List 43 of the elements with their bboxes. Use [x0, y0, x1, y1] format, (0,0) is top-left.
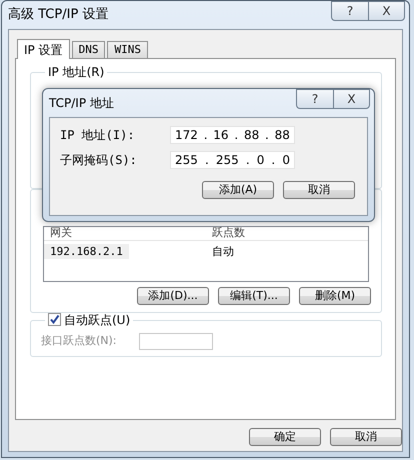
field-label: IP 地址(I):: [60, 127, 136, 144]
action-button[interactable]: 删除(M): [299, 287, 371, 305]
separator-dot: .: [204, 152, 209, 169]
action-button[interactable]: 添加(D)...: [137, 287, 209, 305]
octet-text: 172: [175, 127, 198, 144]
list-cell[interactable]: 192.168.2.1: [44, 244, 129, 259]
octet-text: 0: [256, 152, 264, 169]
column-header: 网关: [49, 227, 73, 240]
dialog-button[interactable]: 添加(A): [202, 181, 274, 199]
ip-address-field[interactable]: 255 . 255 . 0 . 0: [170, 151, 295, 169]
tab[interactable]: IP 设置: [17, 39, 70, 59]
column-header: 跃点数: [211, 227, 245, 240]
dialog-button[interactable]: 确定: [249, 428, 321, 446]
separator-dot: .: [246, 152, 250, 169]
list-cell[interactable]: 自动: [206, 244, 240, 259]
close-button[interactable]: X: [368, 1, 405, 21]
checkbox-label: 自动跃点(U): [64, 313, 130, 327]
input-field[interactable]: [139, 333, 213, 350]
dialog-button[interactable]: 取消: [330, 428, 402, 446]
group-title: IP 地址(R): [47, 65, 106, 79]
octet-text: 255: [216, 152, 239, 169]
field-label: 子网掩码(S):: [60, 152, 138, 169]
help-button[interactable]: ?: [296, 89, 333, 109]
dialog-title: TCP/IP 地址: [49, 95, 115, 112]
window-title: 高级 TCP/IP 设置: [8, 6, 110, 24]
octet-text: 88: [244, 127, 260, 144]
help-button[interactable]: ?: [331, 1, 368, 21]
action-button[interactable]: 编辑(T)...: [218, 287, 290, 305]
close-button[interactable]: X: [333, 89, 370, 109]
octet-text: 16: [213, 127, 229, 144]
octet-text: 255: [175, 152, 198, 169]
checkbox[interactable]: [48, 313, 61, 326]
separator-dot: .: [265, 127, 269, 144]
field-label: 接口跃点数(N):: [41, 333, 118, 350]
ip-address-field[interactable]: 172 . 16 . 88 . 88: [170, 126, 295, 144]
separator-dot: .: [271, 152, 276, 169]
separator-dot: .: [234, 127, 238, 144]
separator-dot: .: [204, 127, 208, 144]
octet-text: 0: [282, 152, 290, 169]
octet-text: 88: [274, 127, 290, 144]
tab[interactable]: DNS: [72, 41, 106, 58]
tab[interactable]: WINS: [107, 41, 148, 58]
dialog-button[interactable]: 取消: [283, 181, 355, 199]
